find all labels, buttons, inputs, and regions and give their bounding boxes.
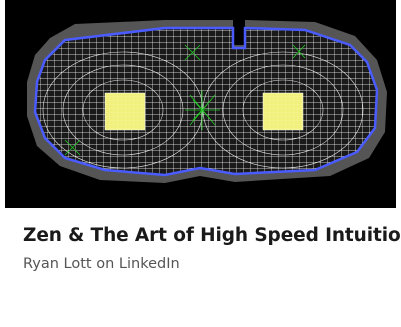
article-thumbnail[interactable] xyxy=(5,0,396,208)
pcb-mesh-image xyxy=(27,20,387,183)
article-source: Ryan Lott on LinkedIn xyxy=(23,256,180,272)
article-title[interactable]: Zen & The Art of High Speed Intuition xyxy=(23,225,401,246)
article-card[interactable]: Zen & The Art of High Speed Intuition Ry… xyxy=(0,0,401,327)
